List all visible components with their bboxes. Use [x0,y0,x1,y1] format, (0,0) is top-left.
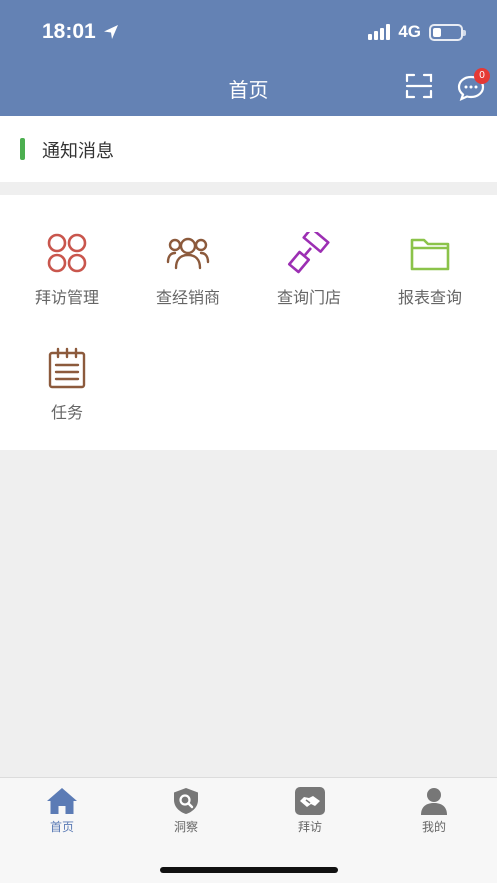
menu-item-label: 查询门店 [276,288,341,307]
notepad-icon [48,347,86,389]
scan-icon[interactable] [405,72,433,100]
menu-item-visit-management[interactable]: 拜访管理 [5,232,129,308]
menu-item-dealers[interactable]: 查经销商 [126,232,250,308]
menu-item-label: 拜访管理 [34,288,99,307]
status-indicators: 4G [368,22,466,42]
handshake-icon [295,787,325,815]
people-group-icon [166,237,210,270]
tab-label: 洞察 [173,820,198,834]
app-header: 18:01 4G 首页 0 [0,0,497,116]
notice-accent [20,138,25,160]
home-icon [47,788,77,814]
message-badge: 0 [474,68,490,84]
menu-item-label: 报表查询 [397,288,462,307]
four-circles-icon [47,233,87,273]
folder-icon [410,238,450,271]
home-indicator [160,867,338,873]
network-type: 4G [398,22,421,41]
tab-label: 我的 [421,820,446,834]
battery-icon [429,23,466,41]
tab-mine[interactable]: 我的 [372,786,496,835]
user-icon [421,788,447,815]
tab-visit[interactable]: 拜访 [248,786,372,835]
menu-item-label: 查经销商 [155,288,220,307]
tab-label: 首页 [49,820,74,834]
notice-label: 通知消息 [42,141,114,162]
menu-item-tasks[interactable]: 任务 [5,347,129,423]
roller-brush-icon [287,232,330,274]
menu-item-reports[interactable]: 报表查询 [368,232,492,308]
signal-icon [368,24,391,40]
notice-bar[interactable]: 通知消息 [0,116,497,182]
menu-item-label: 任务 [50,403,83,422]
tab-home[interactable]: 首页 [0,786,124,835]
location-arrow-icon [103,25,118,39]
menu-item-stores[interactable]: 查询门店 [247,232,371,308]
tab-label: 拜访 [297,820,322,834]
shield-search-icon [174,788,198,814]
tab-insight[interactable]: 洞察 [124,786,248,835]
status-time: 18:01 [42,20,120,44]
function-grid: 拜访管理 查经销商 查询门店 报表查询 任务 [0,195,497,450]
status-time-text: 18:01 [42,20,96,43]
